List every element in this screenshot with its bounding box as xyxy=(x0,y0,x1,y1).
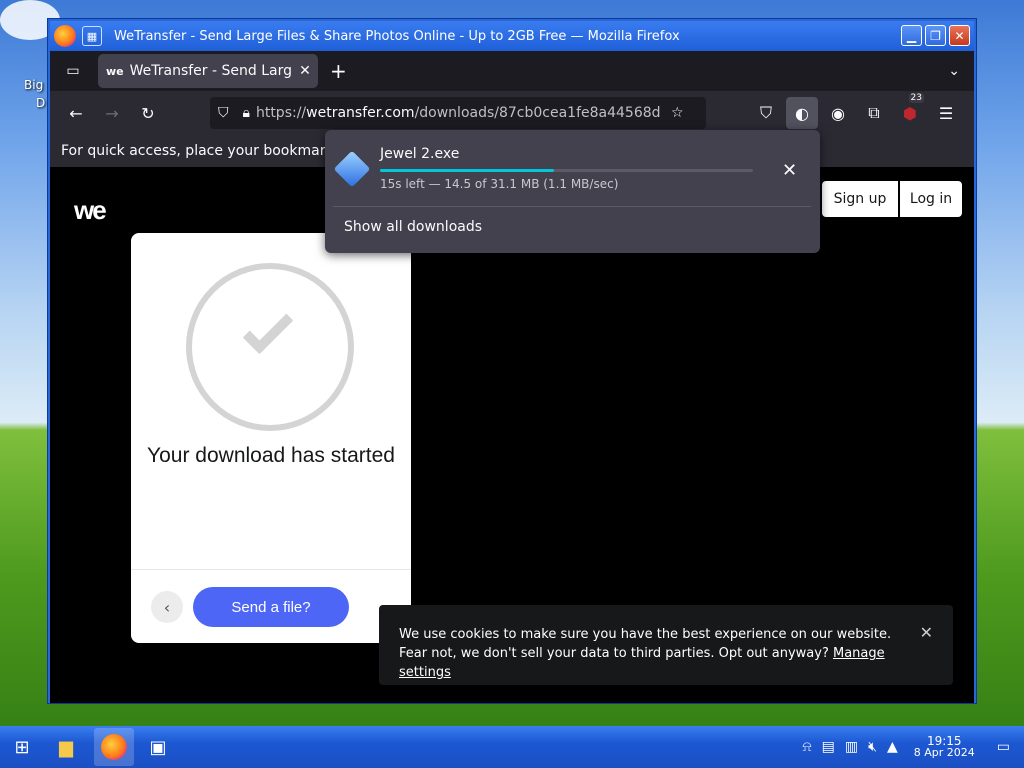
storage-icon[interactable]: ▥ xyxy=(845,739,858,755)
lock-icon[interactable]: 🔒︎ xyxy=(243,105,250,121)
maximize-button[interactable]: ❐ xyxy=(925,25,946,46)
download-file-name[interactable]: Jewel 2.exe xyxy=(380,146,459,162)
system-tray: ⍾ ▤ ▥ 🔇︎ ▲ 19:15 8 Apr 2024 ▭ xyxy=(802,735,1024,758)
bookmark-star-icon[interactable]: ☆ xyxy=(671,105,684,121)
tray-expand-icon[interactable]: ▲ xyxy=(887,739,898,755)
cancel-download-icon[interactable]: ✕ xyxy=(782,160,797,181)
chevron-left-icon[interactable]: ‹ xyxy=(151,591,183,623)
send-a-file-button[interactable]: Send a file? xyxy=(193,587,349,627)
cookie-banner: We use cookies to make sure you have the… xyxy=(379,605,953,685)
firefox-taskbar-icon[interactable] xyxy=(94,728,134,766)
tab-list-icon[interactable]: ▭ xyxy=(62,60,84,82)
close-icon[interactable]: ✕ xyxy=(920,623,933,642)
download-progress-fill xyxy=(380,169,554,172)
download-status: 15s left — 14.5 of 31.1 MB (1.1 MB/sec) xyxy=(380,177,619,191)
cookie-text: We use cookies to make sure you have the… xyxy=(399,627,892,661)
wetransfer-favicon-icon: we xyxy=(106,64,124,78)
wetransfer-logo[interactable]: we xyxy=(74,195,107,226)
desktop-icon-label[interactable]: Big xyxy=(24,78,43,92)
downloads-panel: Jewel 2.exe 15s left — 14.5 of 31.1 MB (… xyxy=(325,130,820,253)
close-window-button[interactable]: ✕ xyxy=(949,25,970,46)
reload-icon[interactable]: ↻ xyxy=(132,97,164,129)
tab-bar: ▭ we WeTransfer - Send Large Files & Sha… xyxy=(50,51,974,91)
workspace-grid-icon[interactable]: ▦ xyxy=(82,26,102,46)
nav-bar: ← → ↻ ⛉ 🔒︎ https://wetransfer.com/downlo… xyxy=(50,91,974,135)
download-progress-bar xyxy=(380,169,753,172)
tracking-shield-icon[interactable]: ⛉ xyxy=(218,105,229,121)
desktop-icon-label-2[interactable]: D xyxy=(36,96,45,110)
download-started-title: Your download has started xyxy=(147,444,395,467)
divider xyxy=(131,569,411,570)
system-monitor-icon[interactable]: ▣ xyxy=(138,728,178,766)
title-bar[interactable]: ▦ WeTransfer - Send Large Files & Share … xyxy=(50,21,974,51)
show-desktop-icon[interactable]: ▭ xyxy=(997,739,1010,755)
window-title: WeTransfer - Send Large Files & Share Ph… xyxy=(114,28,680,44)
clipboard-icon[interactable]: ▤ xyxy=(822,739,835,755)
url-text[interactable]: https://wetransfer.com/downloads/87cb0ce… xyxy=(256,105,661,121)
tab-title: WeTransfer - Send Large Files & Share Ph… xyxy=(129,63,292,79)
file-manager-icon[interactable]: ▆ xyxy=(46,728,86,766)
extensions-icon[interactable]: ⧉ xyxy=(858,97,890,129)
tab-wetransfer[interactable]: we WeTransfer - Send Large Files & Share… xyxy=(98,54,318,88)
account-icon[interactable]: ◉ xyxy=(822,97,854,129)
divider xyxy=(333,206,811,207)
menu-icon[interactable]: ☰ xyxy=(930,97,962,129)
minimize-button[interactable]: ▁ xyxy=(901,25,922,46)
bookmarks-hint: For quick access, place your bookmarks xyxy=(61,143,341,159)
sign-up-button[interactable]: Sign up xyxy=(822,181,898,217)
url-bar[interactable]: ⛉ 🔒︎ https://wetransfer.com/downloads/87… xyxy=(210,97,706,129)
chevron-down-icon[interactable]: ⌄ xyxy=(948,63,960,79)
show-all-downloads-button[interactable]: Show all downloads xyxy=(344,219,482,235)
checkmark-icon xyxy=(186,263,354,431)
close-tab-icon[interactable]: ✕ xyxy=(292,63,318,79)
new-tab-icon[interactable]: + xyxy=(330,59,347,83)
clock[interactable]: 19:15 8 Apr 2024 xyxy=(914,735,975,758)
pocket-icon[interactable]: ⛉ xyxy=(750,97,782,129)
back-icon[interactable]: ← xyxy=(60,97,92,129)
volume-muted-icon[interactable]: 🔇︎ xyxy=(868,739,877,755)
firefox-icon xyxy=(54,25,76,47)
extension-badge: 23 xyxy=(908,93,924,103)
file-icon xyxy=(333,150,371,188)
start-windows-icon[interactable]: ⊞ xyxy=(2,728,42,766)
firefox-window: ▦ WeTransfer - Send Large Files & Share … xyxy=(48,19,976,703)
download-card: Your download has started ‹ Send a file? xyxy=(131,233,411,643)
taskbar: ⊞ ▆ ▣ ⍾ ▤ ▥ 🔇︎ ▲ 19:15 8 Apr 2024 ▭ xyxy=(0,726,1024,768)
ublock-icon[interactable]: ⬢ 23 xyxy=(894,93,926,129)
notification-bell-icon[interactable]: ⍾ xyxy=(802,739,811,755)
downloads-icon[interactable]: ◐ xyxy=(786,97,818,129)
forward-icon[interactable]: → xyxy=(96,97,128,129)
log-in-button[interactable]: Log in xyxy=(900,181,962,217)
